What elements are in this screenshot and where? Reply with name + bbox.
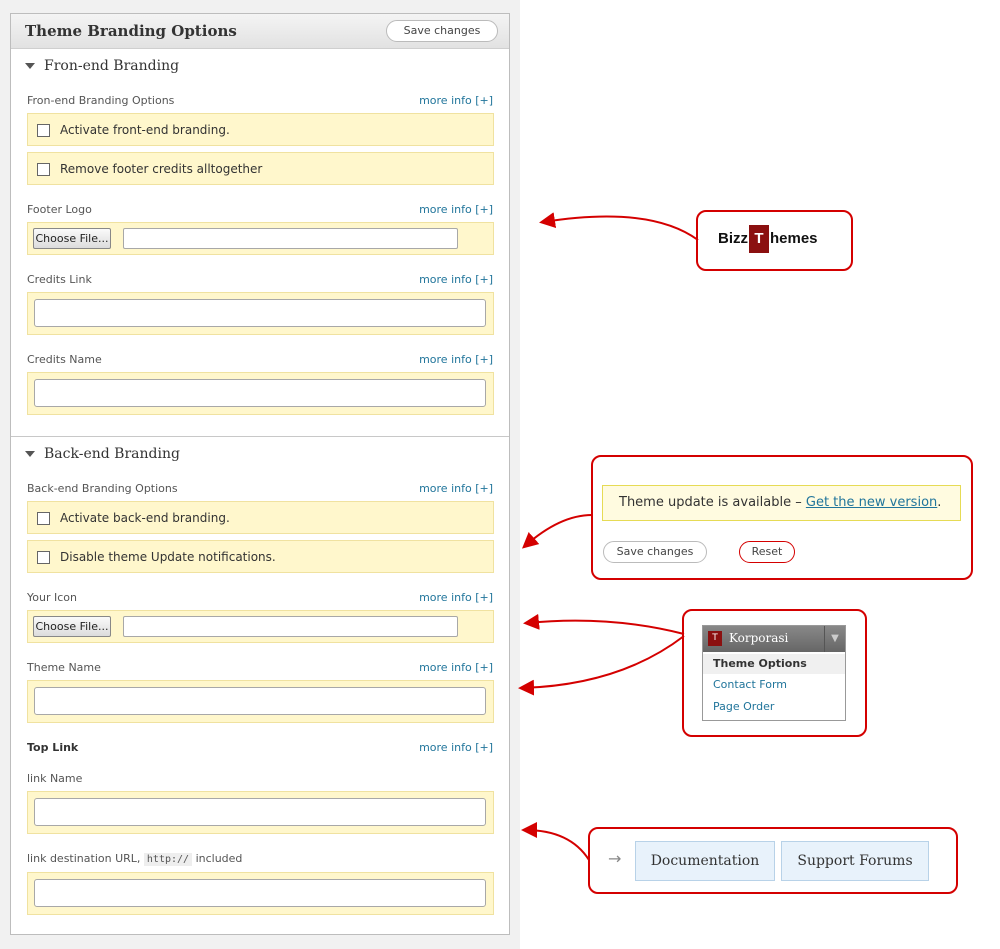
arrow-to-theme-name [518, 635, 685, 696]
arrow-to-your-icon [523, 613, 685, 635]
annotation-arrows [518, 212, 699, 861]
arrow-to-footer-logo [539, 212, 699, 241]
arrow-to-update-options [522, 514, 593, 549]
arrow-to-top-link [521, 822, 590, 861]
